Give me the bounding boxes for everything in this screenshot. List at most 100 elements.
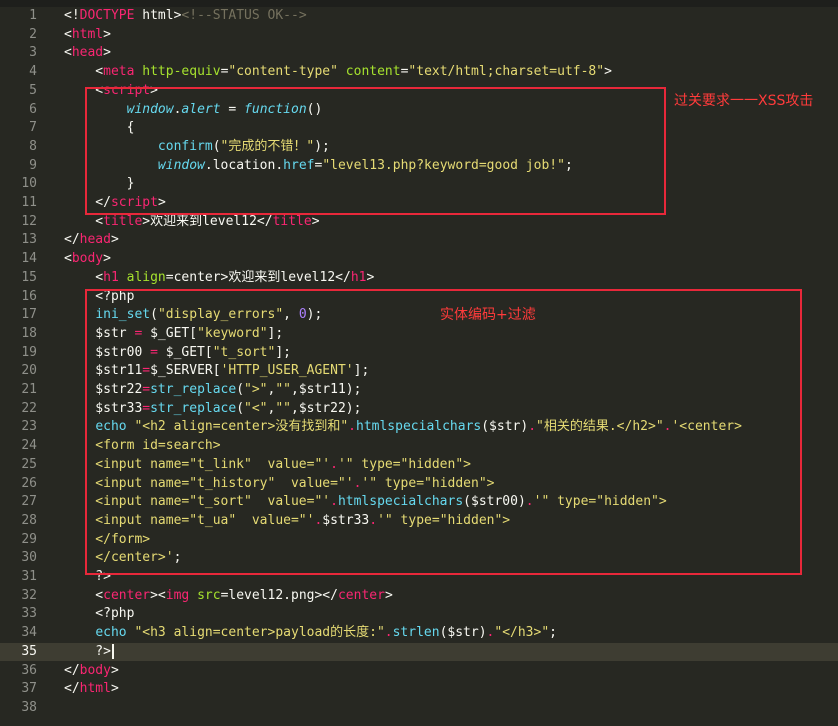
code-token: img — [165, 587, 190, 603]
code-token: html> — [134, 8, 182, 23]
code-token: meta — [103, 64, 135, 80]
code-token: > — [311, 213, 320, 229]
code-token: < — [64, 26, 72, 42]
code-token: <!--STATUS OK--> — [181, 8, 307, 23]
code-token: > — [110, 681, 119, 697]
code-token: </ — [64, 681, 80, 697]
code-line[interactable]: 36 </body> — [0, 662, 838, 681]
code-token: >< — [150, 587, 166, 603]
code-token: "content-type" — [228, 64, 338, 80]
code-token: html — [79, 681, 111, 697]
line-source: <body> — [64, 250, 111, 269]
line-number: 21 — [21, 382, 37, 397]
code-token: echo — [95, 625, 127, 641]
code-line[interactable]: 37 </html> — [0, 680, 838, 699]
code-token: center — [103, 587, 151, 603]
code-token: > — [366, 269, 375, 285]
line-source: <center><img src=level12.png></center> — [64, 587, 393, 606]
line-number: 25 — [21, 456, 37, 472]
code-token: strlen — [392, 625, 440, 641]
line-source: <head> — [64, 44, 111, 63]
code-token: > — [103, 26, 111, 42]
code-token: > — [384, 587, 393, 603]
line-number: 24 — [21, 438, 37, 454]
line-number: 36 — [21, 662, 37, 678]
line-source: echo "<h3 align=center>payload的长度:".strl… — [64, 624, 557, 643]
code-line[interactable]: 32 <center><img src=level12.png></center… — [0, 587, 838, 606]
line-number: 26 — [21, 475, 37, 491]
line-source: </html> — [64, 680, 119, 699]
code-token: >欢迎来到level12</ — [142, 213, 273, 229]
php-highlight-box — [85, 289, 802, 575]
line-number: 2 — [29, 26, 37, 42]
line-number: 37 — [21, 681, 37, 697]
line-number: 29 — [21, 531, 37, 547]
code-token: http-equiv — [142, 64, 221, 80]
code-token: head — [71, 45, 104, 61]
line-number: 35 — [21, 643, 37, 659]
code-line[interactable]: 34 echo "<h3 align=center>payload的长度:".s… — [0, 624, 838, 643]
code-token: =level12.png></ — [220, 587, 338, 603]
line-number: 31 — [21, 569, 37, 584]
code-token: < — [64, 269, 104, 285]
line-number: 38 — [21, 699, 37, 715]
line-number: 8 — [29, 138, 37, 154]
code-token: title — [103, 213, 143, 229]
line-number: 30 — [21, 550, 37, 566]
line-number: 22 — [21, 400, 37, 416]
text-cursor — [111, 643, 114, 659]
line-source: <html> — [64, 26, 111, 45]
xss-requirement-note: 过关要求一一XSS攻击 — [674, 93, 814, 109]
line-number: 1 — [29, 8, 37, 23]
line-number: 5 — [29, 82, 37, 98]
code-line[interactable]: 1 <!DOCTYPE html><!--STATUS OK--> — [0, 7, 838, 26]
line-number: 34 — [21, 625, 37, 641]
code-line[interactable]: 15 <h1 align=center>欢迎来到level12</h1> — [0, 269, 838, 288]
code-token: </ — [64, 662, 80, 678]
code-token: center — [337, 587, 385, 603]
code-token: < — [64, 64, 104, 80]
code-line[interactable]: 3 <head> — [0, 44, 838, 63]
line-number: 23 — [21, 419, 37, 435]
code-token: h1 — [350, 269, 367, 285]
code-token: src — [197, 587, 221, 603]
line-source: <!DOCTYPE html><!--STATUS OK--> — [64, 7, 307, 26]
code-token: > — [103, 251, 111, 267]
line-source: <meta http-equiv="content-type" content=… — [64, 63, 612, 82]
line-number: 33 — [21, 606, 37, 622]
code-line[interactable]: 35 ?> — [0, 642, 838, 662]
code-line[interactable]: 38 — [0, 699, 838, 718]
code-line[interactable]: 14 <body> — [0, 250, 838, 269]
code-token: ?> — [64, 643, 111, 659]
line-number: 11 — [21, 195, 37, 210]
code-line[interactable]: 12 <title>欢迎来到level12</title> — [0, 213, 838, 232]
code-token: < — [64, 587, 104, 603]
line-number: 6 — [29, 101, 37, 117]
code-token: </ — [64, 232, 80, 248]
code-line[interactable]: 13 </head> — [0, 231, 838, 250]
code-line[interactable]: 4 <meta http-equiv="content-type" conten… — [0, 63, 838, 82]
line-number: 18 — [21, 325, 37, 341]
code-token: h1 — [103, 269, 119, 285]
line-number: 12 — [21, 213, 37, 229]
line-number: 27 — [21, 494, 37, 510]
code-token: "</h3>" — [494, 625, 550, 641]
code-line[interactable]: 2 <html> — [0, 26, 838, 45]
code-token: < — [64, 45, 72, 61]
code-token: > — [110, 662, 119, 678]
code-token: title — [272, 213, 312, 229]
code-token: html — [71, 26, 104, 42]
code-token: < — [64, 251, 72, 267]
line-number: 4 — [29, 64, 37, 80]
script-highlight-box — [85, 87, 666, 215]
code-token: =center>欢迎来到level12</ — [165, 269, 351, 285]
line-number: 19 — [21, 344, 37, 360]
code-token: DOCTYPE — [79, 8, 135, 23]
code-token: > — [110, 232, 119, 248]
code-line[interactable]: 33 <?php — [0, 605, 838, 624]
encoding-filter-note: 实体编码+过滤 — [440, 307, 536, 323]
code-token: head — [79, 232, 111, 248]
